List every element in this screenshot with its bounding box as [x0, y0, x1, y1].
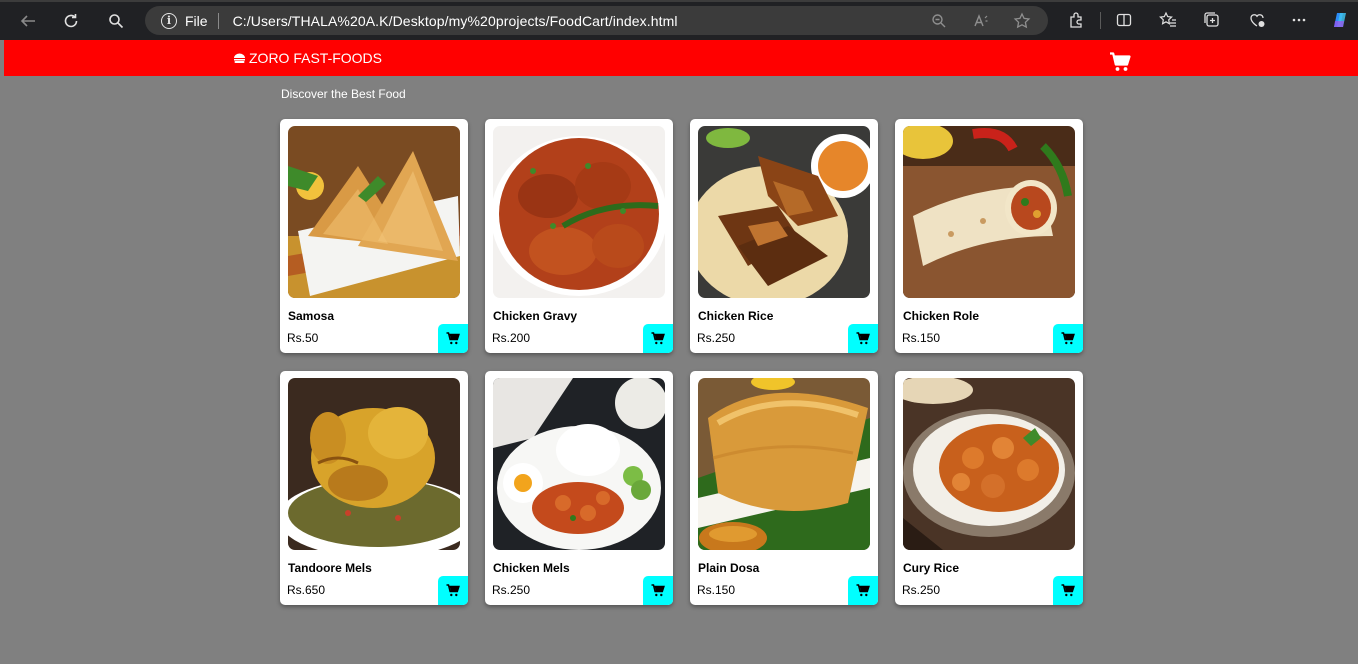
product-price: Rs.200 [492, 331, 531, 345]
product-image [493, 126, 665, 298]
product-card: Chicken Mels Rs.250 [485, 371, 673, 605]
add-to-cart-button[interactable] [1053, 324, 1083, 353]
address-separator [217, 12, 219, 29]
refresh-icon[interactable] [58, 8, 84, 34]
product-image [698, 126, 870, 298]
search-icon[interactable] [103, 8, 129, 34]
browser-essentials-icon[interactable] [1246, 9, 1268, 31]
product-price: Rs.250 [492, 583, 531, 597]
cart-icon [651, 584, 665, 597]
split-screen-icon[interactable] [1113, 9, 1135, 31]
product-price: Rs.250 [697, 331, 736, 345]
product-price: Rs.150 [697, 583, 736, 597]
product-name: Tandoore Mels [288, 561, 372, 575]
product-card: Plain Dosa Rs.150 [690, 371, 878, 605]
cart-icon [856, 584, 870, 597]
product-price: Rs.250 [902, 583, 941, 597]
favorites-icon[interactable] [1157, 9, 1179, 31]
brand[interactable]: ZORO FAST-FOODS [233, 50, 382, 66]
page-viewport: ZORO FAST-FOODS Discover the Best Food S… [4, 40, 1358, 664]
product-name: Chicken Gravy [493, 309, 578, 323]
add-to-cart-button[interactable] [848, 324, 878, 353]
address-bar[interactable]: i File C:/Users/THALA%20A.K/Desktop/my%2… [145, 6, 1048, 35]
back-icon[interactable] [15, 8, 41, 34]
brand-name: ZORO FAST-FOODS [249, 50, 383, 66]
product-image [903, 126, 1075, 298]
product-price: Rs.150 [902, 331, 941, 345]
product-name: Chicken Mels [493, 561, 570, 575]
read-aloud-icon[interactable] [972, 6, 990, 35]
site-header: ZORO FAST-FOODS [4, 40, 1358, 76]
url-text[interactable]: C:/Users/THALA%20A.K/Desktop/my%20projec… [233, 13, 678, 29]
product-card: Samosa Rs.50 [280, 119, 468, 353]
product-name: Samosa [288, 309, 335, 323]
burger-icon [234, 53, 245, 63]
product-name: Chicken Role [903, 309, 980, 323]
tab-strip-edge [0, 0, 1358, 2]
product-card: Chicken Role Rs.150 [895, 119, 1083, 353]
add-to-cart-button[interactable] [643, 324, 673, 353]
browser-toolbar: i File C:/Users/THALA%20A.K/Desktop/my%2… [0, 0, 1358, 40]
cart-icon [1061, 584, 1075, 597]
add-to-cart-button[interactable] [848, 576, 878, 605]
product-image [903, 378, 1075, 550]
product-name: Cury Rice [903, 561, 960, 575]
add-to-cart-button[interactable] [438, 324, 468, 353]
more-options-icon[interactable] [1288, 9, 1310, 31]
cart-icon [651, 332, 665, 345]
product-image [288, 126, 460, 298]
collections-icon[interactable] [1201, 9, 1223, 31]
info-icon[interactable]: i [161, 12, 177, 29]
product-name: Plain Dosa [698, 561, 760, 575]
product-image [288, 378, 460, 550]
cart-icon [446, 584, 460, 597]
product-image [493, 378, 665, 550]
extensions-icon[interactable] [1065, 9, 1087, 31]
product-price: Rs.50 [287, 331, 319, 345]
add-to-cart-button[interactable] [1053, 576, 1083, 605]
add-to-cart-button[interactable] [643, 576, 673, 605]
favorite-star-icon[interactable] [1013, 6, 1031, 35]
product-price: Rs.650 [287, 583, 326, 597]
product-card: Chicken Gravy Rs.200 [485, 119, 673, 353]
toolbar-divider [1100, 12, 1101, 29]
zoom-icon[interactable] [930, 6, 948, 35]
product-name: Chicken Rice [698, 309, 774, 323]
cart-icon [856, 332, 870, 345]
product-card: Chicken Rice Rs.250 [690, 119, 878, 353]
product-image [698, 378, 870, 550]
add-to-cart-button[interactable] [438, 576, 468, 605]
file-label: File [185, 12, 208, 29]
copilot-icon[interactable] [1329, 9, 1351, 31]
cart-icon [1061, 332, 1075, 345]
cart-icon[interactable] [1109, 52, 1131, 72]
product-card: Cury Rice Rs.250 [895, 371, 1083, 605]
cart-icon [446, 332, 460, 345]
section-subtitle: Discover the Best Food [281, 87, 406, 101]
product-card: Tandoore Mels Rs.650 [280, 371, 468, 605]
